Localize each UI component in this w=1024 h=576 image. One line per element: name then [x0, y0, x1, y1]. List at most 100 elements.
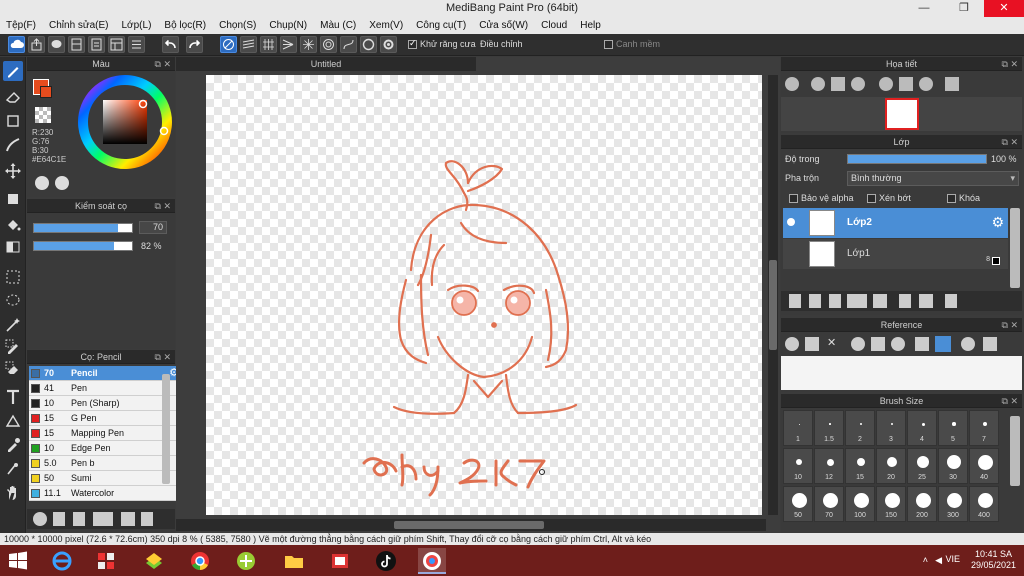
brush-size-cell[interactable]: 30 — [938, 448, 968, 484]
circle-snap-icon[interactable] — [360, 36, 377, 53]
new-layer-8bit-icon[interactable] — [809, 294, 821, 308]
trash-icon[interactable] — [945, 294, 957, 308]
brush-size-cell[interactable]: 1 — [783, 410, 813, 446]
duplicate-layer-icon[interactable] — [899, 294, 911, 308]
cross-snap-icon[interactable] — [260, 36, 277, 53]
redo-icon[interactable] — [186, 36, 203, 53]
undo-icon[interactable] — [162, 36, 179, 53]
shape-fill-tool-icon[interactable] — [3, 189, 23, 209]
lasso-tool-icon[interactable] — [3, 291, 23, 311]
folder-icon[interactable] — [873, 294, 887, 308]
language-indicator[interactable]: VIE — [945, 554, 960, 564]
move-tool-icon[interactable] — [3, 161, 23, 181]
cloud-icon[interactable] — [785, 337, 799, 351]
brush-size-cell[interactable]: 3 — [876, 410, 906, 446]
clock[interactable]: 10:41 SA 29/05/2021 — [971, 549, 1016, 571]
add-layer-menu-icon[interactable] — [847, 294, 867, 308]
new-brush-icon[interactable] — [53, 512, 65, 526]
bucket-tool-icon[interactable] — [3, 215, 23, 235]
zoom-tool-icon[interactable] — [3, 459, 23, 479]
panel-float-icon[interactable]: ⧉ ✕ — [155, 350, 171, 364]
clipping-checkbox[interactable]: Xén bớt — [867, 193, 911, 204]
copy-brush-icon[interactable] — [73, 512, 85, 526]
brush-list-item[interactable]: 70 Pencil ⚙ — [29, 366, 181, 381]
app-red-icon[interactable] — [326, 548, 354, 574]
brush-list-item[interactable]: 15 G Pen — [29, 411, 181, 426]
antialias-checkbox[interactable]: Khử răng cưa — [408, 38, 476, 50]
app-green-icon[interactable] — [232, 548, 260, 574]
volume-icon[interactable]: ◀ — [935, 555, 942, 566]
brush-size-cell[interactable]: 40 — [969, 448, 999, 484]
menu-snap[interactable]: Chụp(N) — [269, 20, 307, 31]
menu-edit[interactable]: Chỉnh sửa(E) — [49, 20, 109, 31]
brush-size-cell[interactable]: 10 — [783, 448, 813, 484]
navigator-thumbnail[interactable] — [885, 98, 919, 130]
layer-opacity-slider[interactable] — [847, 154, 987, 164]
cloud-brush-icon[interactable] — [33, 512, 47, 526]
concentric-snap-icon[interactable] — [320, 36, 337, 53]
reset-view-icon[interactable] — [899, 77, 913, 91]
eyedropper-icon[interactable] — [915, 337, 929, 351]
zoom-in-2-icon[interactable] — [811, 77, 825, 91]
brush-list-item[interactable]: 50 Sumi — [29, 471, 181, 486]
gradient-tool-icon[interactable] — [3, 237, 23, 257]
add-brush-menu-icon[interactable] — [93, 512, 113, 526]
rotate-icon[interactable] — [961, 337, 975, 351]
layer-row[interactable]: Lớp1 8 — [783, 239, 1008, 269]
restore-button[interactable]: ❐ — [944, 0, 984, 17]
menu-layer[interactable]: Lớp(L) — [122, 20, 152, 31]
brush-size-value[interactable]: 70 — [139, 221, 167, 234]
document-tab[interactable]: Untitled — [176, 57, 476, 71]
zoom-in-icon[interactable] — [851, 337, 865, 351]
brush-size-scrollbar[interactable] — [1010, 416, 1020, 486]
canvas-vertical-scrollbar[interactable] — [768, 75, 778, 515]
windows-start-icon[interactable] — [4, 548, 32, 574]
blend-mode-select[interactable]: Bình thường ▾ — [847, 171, 1019, 186]
internet-explorer-icon[interactable] — [48, 548, 76, 574]
select-eraser-tool-icon[interactable] — [3, 359, 23, 379]
menu-file[interactable]: Tệp(F) — [6, 20, 36, 31]
zoom-out-icon[interactable] — [851, 77, 865, 91]
brush-size-cell[interactable]: 200 — [907, 486, 937, 522]
menu-cloud[interactable]: Cloud — [541, 20, 567, 31]
menu-view[interactable]: Xem(V) — [369, 20, 403, 31]
minimize-button[interactable]: — — [904, 0, 944, 17]
brush-list-scrollbar[interactable] — [162, 374, 170, 484]
brush-size-slider[interactable] — [33, 223, 133, 233]
brush-list-item[interactable]: 10 Edge Pen — [29, 441, 181, 456]
panel-icon[interactable] — [108, 36, 125, 53]
duplicate-icon[interactable] — [141, 512, 153, 526]
bluestacks-icon[interactable] — [140, 548, 168, 574]
palette-icon[interactable] — [35, 176, 49, 190]
vanishing-snap-icon[interactable] — [280, 36, 297, 53]
zoom-out-icon[interactable] — [891, 337, 905, 351]
brush-size-cell[interactable]: 1.5 — [814, 410, 844, 446]
panel-float-icon[interactable]: ⧉ ✕ — [155, 199, 171, 213]
tiktok-icon[interactable] — [372, 548, 400, 574]
parallel-snap-icon[interactable] — [240, 36, 257, 53]
divide-tool-icon[interactable] — [3, 411, 23, 431]
system-tray-chevron-icon[interactable]: ˄ — [923, 555, 928, 565]
canvas-horizontal-scrollbar[interactable] — [176, 519, 766, 531]
select-pen-tool-icon[interactable] — [3, 337, 23, 357]
menu-filter[interactable]: Bộ lọc(R) — [164, 20, 206, 31]
snap-settings-icon[interactable] — [380, 36, 397, 53]
chrome-icon[interactable] — [186, 548, 214, 574]
curve-snap-icon[interactable] — [340, 36, 357, 53]
brush-size-cell[interactable]: 4 — [907, 410, 937, 446]
brush-size-cell[interactable]: 5 — [938, 410, 968, 446]
layer-list-scrollbar[interactable] — [1010, 208, 1020, 288]
hand-icon[interactable] — [935, 336, 951, 352]
dot-tool-icon[interactable] — [3, 111, 23, 131]
brush-tool-icon[interactable] — [3, 61, 23, 81]
new-layer-1bit-icon[interactable] — [829, 294, 841, 308]
list-icon[interactable] — [128, 36, 145, 53]
menu-select[interactable]: Chọn(S) — [219, 20, 256, 31]
brush-list-item[interactable]: 10 Pen (Sharp) — [29, 396, 181, 411]
drawing-canvas[interactable] — [206, 75, 762, 515]
flip-icon[interactable] — [945, 77, 959, 91]
brush-list-item[interactable]: 41 Pen — [29, 381, 181, 396]
medibang-taskbar-icon[interactable] — [418, 548, 446, 574]
color-history-icon[interactable] — [55, 176, 69, 190]
app-grid-icon[interactable] — [92, 548, 120, 574]
